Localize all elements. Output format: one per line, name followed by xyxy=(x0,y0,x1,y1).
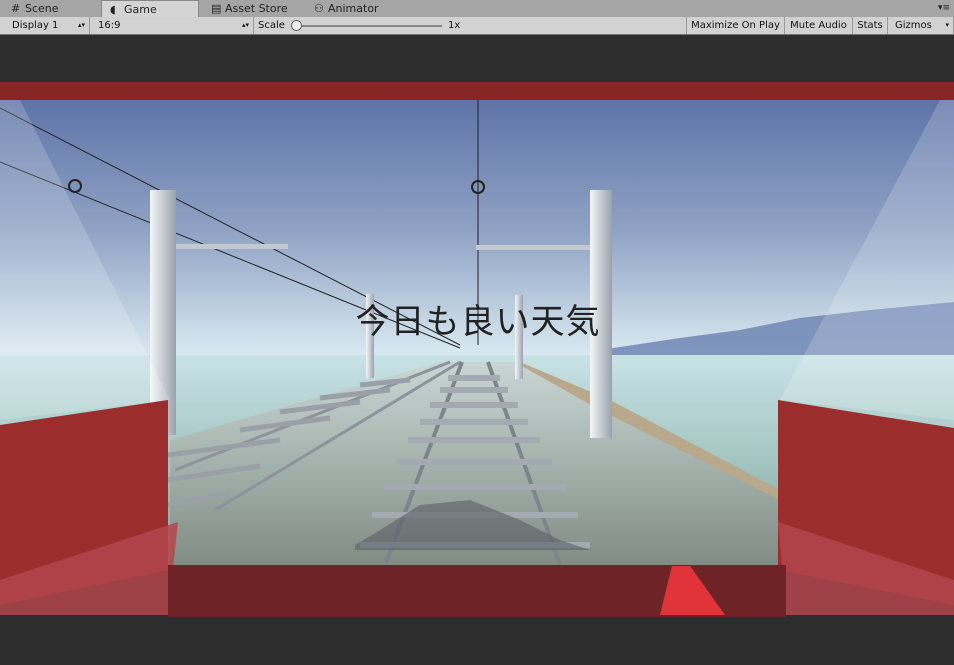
game-caption: 今日も良い天気 xyxy=(355,302,601,342)
grid-icon: # xyxy=(11,2,21,15)
updown-arrows-icon: ▴▾ xyxy=(77,21,85,29)
scale-slider-track[interactable] xyxy=(292,25,442,27)
tab-animator-label: Animator xyxy=(328,2,379,15)
scale-label: Scale xyxy=(258,20,285,31)
game-scene xyxy=(0,35,954,665)
aspect-select[interactable]: 16:9 ▴▾ xyxy=(90,17,254,34)
gizmos-label: Gizmos xyxy=(895,20,932,31)
pacman-icon: ◖ xyxy=(110,3,116,16)
scale-slider-thumb[interactable] xyxy=(291,20,302,31)
tab-asset-store-label: Asset Store xyxy=(225,2,288,15)
tab-game[interactable]: ◖ Game xyxy=(101,0,199,18)
panel-menu-icon[interactable]: ▾≡ xyxy=(938,0,950,17)
tab-bar: # Scene ◖ Game ▤ Asset Store ⚇ Animator … xyxy=(0,0,954,18)
game-view[interactable] xyxy=(0,35,954,665)
pole-arm-left xyxy=(176,244,288,249)
pole-arm-right xyxy=(476,245,590,250)
tab-animator[interactable]: ⚇ Animator xyxy=(306,0,396,17)
maximize-on-play-button[interactable]: Maximize On Play xyxy=(686,17,785,34)
mute-audio-button[interactable]: Mute Audio xyxy=(785,17,853,34)
scale-value: 1x xyxy=(448,20,461,31)
updown-arrows-icon: ▴▾ xyxy=(241,21,249,29)
store-icon: ▤ xyxy=(211,2,222,15)
tab-scene-label: Scene xyxy=(25,2,59,15)
gizmos-dropdown[interactable]: Gizmos ▾ xyxy=(888,17,954,34)
letterbox-bottom xyxy=(0,617,954,665)
tab-asset-store[interactable]: ▤ Asset Store xyxy=(203,0,303,17)
chevron-down-icon: ▾ xyxy=(945,21,949,29)
display-select[interactable]: Display 1 ▴▾ xyxy=(0,17,90,34)
stats-button[interactable]: Stats xyxy=(853,17,888,34)
animator-icon: ⚇ xyxy=(314,2,324,15)
display-value: Display 1 xyxy=(12,20,59,31)
tab-scene[interactable]: # Scene xyxy=(3,0,98,17)
tab-game-label: Game xyxy=(124,3,157,16)
aspect-value: 16:9 xyxy=(98,20,121,31)
game-toolbar: Display 1 ▴▾ 16:9 ▴▾ Scale 1x Maximize O… xyxy=(0,17,954,35)
cab-roof xyxy=(0,82,954,100)
letterbox-top xyxy=(0,35,954,82)
